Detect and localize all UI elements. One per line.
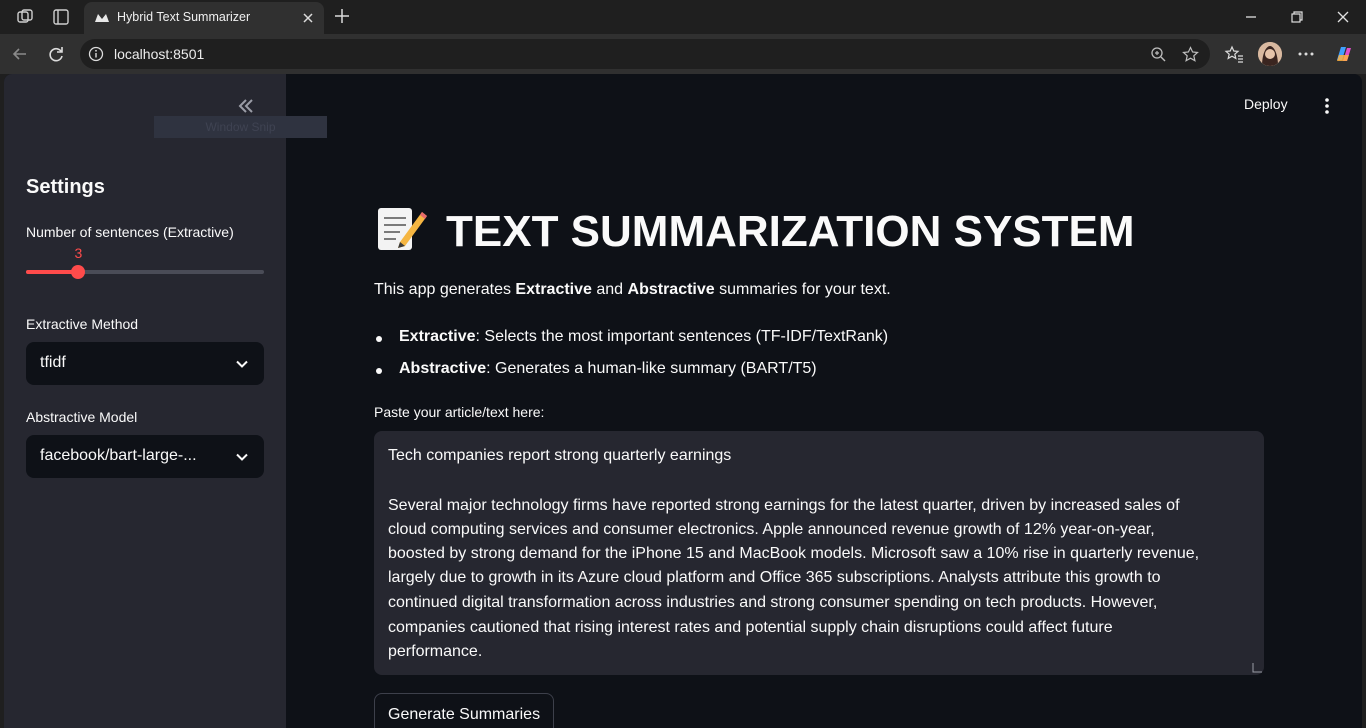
intro-bold-abstractive: Abstractive bbox=[627, 281, 715, 298]
list-item-term: Extractive bbox=[399, 328, 476, 345]
resize-handle-icon[interactable] bbox=[1252, 663, 1262, 673]
chevron-down-icon bbox=[236, 453, 248, 461]
abstractive-model-value: facebook/bart-large-... bbox=[40, 447, 197, 464]
zoom-icon[interactable] bbox=[1150, 46, 1167, 63]
back-icon[interactable] bbox=[10, 44, 30, 64]
list-item-text: Extractive: Selects the most important s… bbox=[399, 328, 888, 346]
textarea-line: companies cautioned that rising interest… bbox=[388, 619, 1113, 636]
abstractive-model-select[interactable]: facebook/bart-large-... bbox=[26, 435, 264, 478]
minimize-icon[interactable] bbox=[1243, 9, 1259, 25]
copilot-icon[interactable] bbox=[1333, 43, 1355, 65]
page-title-text: TEXT SUMMARIZATION SYSTEM bbox=[446, 207, 1135, 256]
tab-title: Hybrid Text Summarizer bbox=[117, 10, 251, 24]
profile-photo-icon bbox=[1258, 42, 1282, 66]
article-textarea[interactable]: Tech companies report strong quarterly e… bbox=[374, 431, 1264, 675]
list-item-desc: : Generates a human-like summary (BART/T… bbox=[486, 360, 817, 377]
generate-summaries-button[interactable]: Generate Summaries bbox=[374, 693, 554, 728]
profile-avatar[interactable] bbox=[1258, 42, 1282, 66]
textarea-line: performance. bbox=[388, 643, 483, 660]
textarea-line: boosted by strong demand for the iPhone … bbox=[388, 545, 1200, 562]
intro-prefix: This app generates bbox=[374, 281, 516, 298]
site-info-icon[interactable] bbox=[88, 46, 104, 62]
abstractive-model-label: Abstractive Model bbox=[26, 409, 138, 425]
page-title: TEXT SUMMARIZATION SYSTEM bbox=[374, 202, 1135, 261]
favorite-star-icon[interactable] bbox=[1182, 46, 1199, 63]
close-window-icon[interactable] bbox=[1335, 9, 1351, 25]
intro-text: This app generates Extractive and Abstra… bbox=[374, 281, 891, 299]
new-tab-icon[interactable] bbox=[333, 7, 351, 25]
url-field[interactable]: localhost:8501 bbox=[80, 39, 1210, 69]
address-bar-row: localhost:8501 bbox=[0, 34, 1366, 74]
browser-tab-bar: Hybrid Text Summarizer bbox=[0, 0, 1366, 34]
intro-suffix: summaries for your text. bbox=[714, 281, 891, 298]
list-item-desc: : Selects the most important sentences (… bbox=[475, 328, 889, 345]
bullet-dot bbox=[376, 368, 382, 374]
sidebar-title: Settings bbox=[26, 176, 105, 198]
textarea-line: Tech companies report strong quarterly e… bbox=[388, 447, 732, 464]
bullet-dot bbox=[376, 336, 382, 342]
deploy-button[interactable]: Deploy bbox=[1244, 96, 1288, 112]
slider-thumb[interactable] bbox=[71, 265, 86, 279]
extractive-method-value: tfidf bbox=[40, 354, 66, 371]
window-snip-tooltip: Window Snip bbox=[154, 116, 327, 138]
tab-actions-icon[interactable] bbox=[52, 8, 70, 26]
restore-icon[interactable] bbox=[1289, 9, 1305, 25]
generate-summaries-label: Generate Summaries bbox=[388, 706, 541, 723]
favorites-icon[interactable] bbox=[1224, 44, 1244, 64]
slider-label: Number of sentences (Extractive) bbox=[26, 224, 234, 240]
textarea-line: largely due to growth in its Azure cloud… bbox=[388, 569, 1161, 586]
memo-pencil-icon bbox=[378, 208, 427, 250]
intro-mid: and bbox=[591, 281, 628, 298]
textarea-line: continued digital transformation across … bbox=[388, 594, 1158, 611]
collapse-sidebar-icon[interactable] bbox=[236, 96, 256, 116]
workspaces-icon[interactable] bbox=[16, 8, 34, 26]
textarea-line: Several major technology firms have repo… bbox=[388, 497, 1180, 514]
browser-tab[interactable]: Hybrid Text Summarizer bbox=[84, 2, 324, 34]
reload-icon[interactable] bbox=[46, 44, 66, 64]
main-menu-icon[interactable] bbox=[1317, 96, 1337, 116]
intro-bold-extractive: Extractive bbox=[515, 281, 592, 298]
url-text: localhost:8501 bbox=[114, 46, 205, 62]
extractive-method-select[interactable]: tfidf bbox=[26, 342, 264, 385]
slider-value: 3 bbox=[74, 245, 83, 261]
sidebar: Window Snip Settings Number of sentences… bbox=[4, 74, 327, 728]
textarea-line: cloud computing services and consumer el… bbox=[388, 521, 1155, 538]
extractive-method-label: Extractive Method bbox=[26, 316, 139, 332]
textarea-label: Paste your article/text here: bbox=[374, 404, 545, 420]
slider-track[interactable] bbox=[26, 270, 264, 274]
list-item-term: Abstractive bbox=[399, 360, 487, 377]
streamlit-logo-icon bbox=[95, 14, 109, 22]
chevron-down-icon bbox=[236, 360, 248, 368]
list-item-text: Abstractive: Generates a human-like summ… bbox=[399, 360, 817, 378]
streamlit-app: Window Snip Settings Number of sentences… bbox=[4, 74, 1362, 728]
more-options-icon[interactable] bbox=[1296, 44, 1316, 64]
close-tab-icon[interactable] bbox=[300, 10, 316, 26]
